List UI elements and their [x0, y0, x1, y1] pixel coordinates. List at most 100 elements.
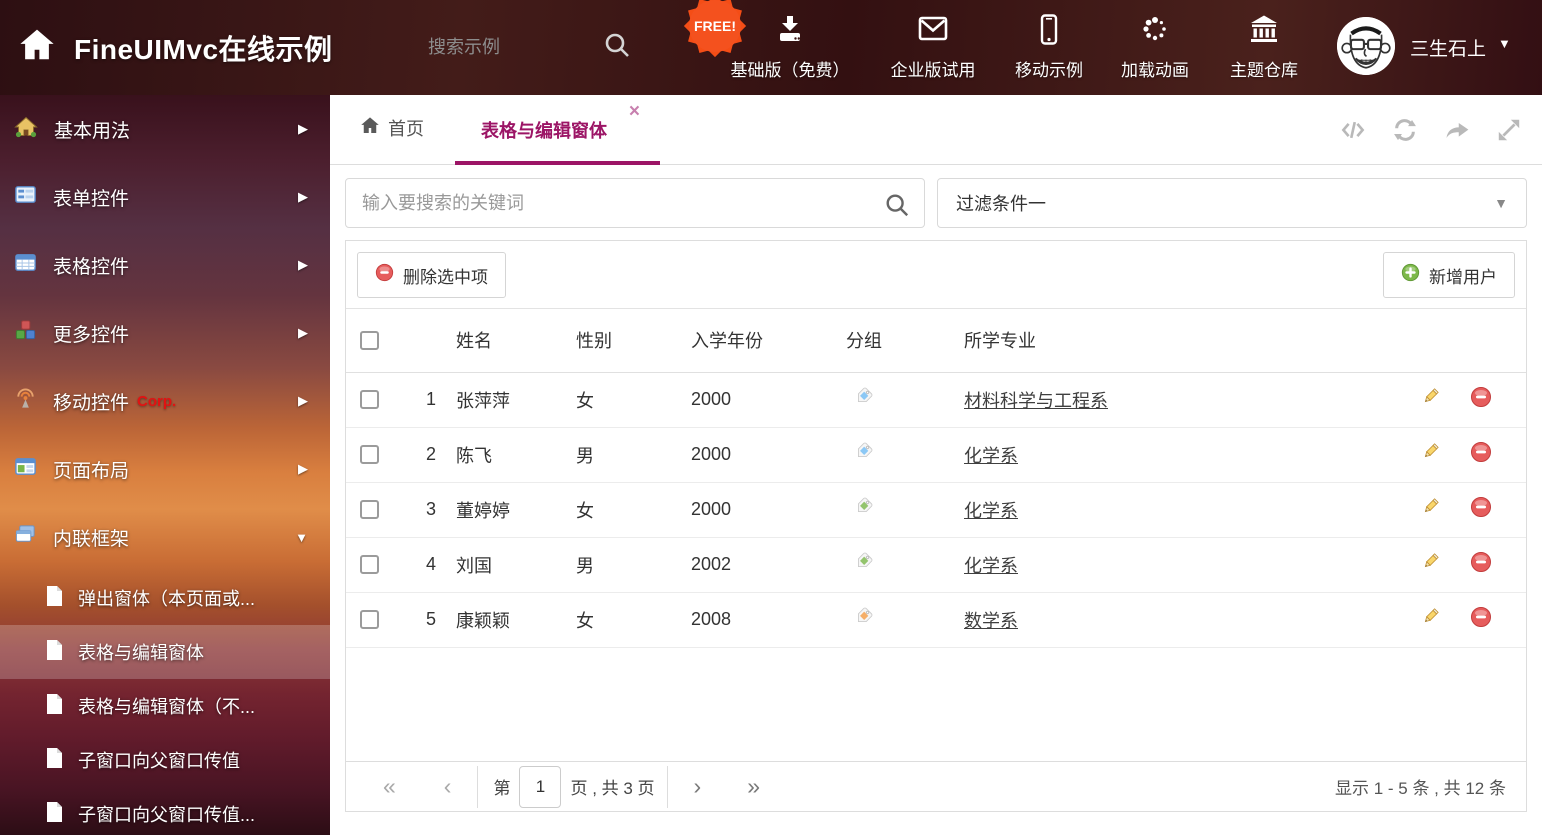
cell-gender: 男: [576, 427, 691, 482]
share-icon[interactable]: [1442, 115, 1472, 145]
cell-name: 陈飞: [456, 427, 576, 482]
user-avatar[interactable]: [1337, 17, 1395, 75]
table-icon: [14, 251, 37, 279]
expand-icon[interactable]: [1494, 115, 1524, 145]
delete-row-icon[interactable]: [1470, 496, 1492, 523]
edit-pencil-icon[interactable]: [1419, 551, 1441, 578]
topnav-label: 基础版（免费）: [731, 56, 850, 81]
tab-grid-edit-window[interactable]: 表格与编辑窗体 ×: [455, 95, 660, 165]
row-checkbox[interactable]: [360, 555, 379, 574]
select-all-checkbox[interactable]: [360, 331, 379, 350]
file-icon: [44, 585, 64, 612]
search-icon[interactable]: [602, 30, 632, 65]
table-header-row: 姓名 性别 入学年份 分组 所学专业: [346, 309, 1526, 372]
sidebar-item-iframe[interactable]: 内联框架 ▼: [0, 503, 330, 571]
tab-home[interactable]: 首页: [360, 115, 424, 141]
col-header-gender: 性别: [576, 309, 691, 372]
row-checkbox[interactable]: [360, 445, 379, 464]
delete-selected-label: 删除选中项: [403, 263, 488, 288]
file-icon: [44, 639, 64, 666]
delete-selected-button[interactable]: 删除选中项: [357, 252, 506, 298]
source-code-icon[interactable]: [1338, 115, 1368, 145]
users-table: 姓名 性别 入学年份 分组 所学专业 1 张萍萍 女 2000: [346, 309, 1526, 648]
chevron-down-icon: ▼: [295, 530, 308, 545]
keyword-search-input[interactable]: [362, 186, 862, 220]
page-toolbar: [1338, 115, 1524, 145]
sidebar-item-mobile-controls[interactable]: 移动控件 Corp. ▶: [0, 367, 330, 435]
row-checkbox[interactable]: [360, 500, 379, 519]
major-link[interactable]: 化学系: [964, 501, 1018, 521]
sidebar-subitem-grid-edit-window-2[interactable]: 表格与编辑窗体（不...: [0, 679, 330, 733]
caret-down-icon[interactable]: ▼: [1498, 36, 1511, 51]
filter-dropdown-value: 过滤条件一: [956, 190, 1046, 216]
edit-pencil-icon[interactable]: [1419, 606, 1441, 633]
major-link[interactable]: 化学系: [964, 446, 1018, 466]
sidebar-subitem-child-to-parent-2[interactable]: 子窗口向父窗口传值...: [0, 787, 330, 835]
delete-row-icon[interactable]: [1470, 386, 1492, 413]
close-icon[interactable]: ×: [629, 101, 640, 123]
home-icon: [14, 115, 38, 144]
sidebar-subitem-child-to-parent[interactable]: 子窗口向父窗口传值: [0, 733, 330, 787]
prev-page-icon[interactable]: ‹: [444, 775, 452, 798]
file-icon: [44, 693, 64, 720]
last-page-icon[interactable]: »: [747, 775, 760, 798]
delete-row-icon[interactable]: [1470, 606, 1492, 633]
frames-icon: [14, 523, 37, 551]
filter-dropdown[interactable]: 过滤条件一 ▼: [937, 178, 1527, 228]
page-number-input[interactable]: [519, 766, 561, 808]
sidebar-subitem-popup-window[interactable]: 弹出窗体（本页面或...: [0, 571, 330, 625]
sidebar-item-more-controls[interactable]: 更多控件 ▶: [0, 299, 330, 367]
cell-year: 2002: [691, 537, 846, 592]
edit-pencil-icon[interactable]: [1419, 386, 1441, 413]
plus-circle-icon: [1401, 263, 1420, 287]
first-page-icon[interactable]: «: [383, 775, 396, 798]
sidebar-subitem-grid-edit-window[interactable]: 表格与编辑窗体: [0, 625, 330, 679]
major-link[interactable]: 数学系: [964, 611, 1018, 631]
user-name[interactable]: 三生石上: [1410, 34, 1486, 61]
chevron-right-icon: ▶: [298, 325, 308, 341]
table-row: 4 刘国 男 2002 化学系: [346, 537, 1526, 592]
envelope-icon: [917, 14, 949, 50]
sidebar-item-form-controls[interactable]: 表单控件 ▶: [0, 163, 330, 231]
major-link[interactable]: 材料科学与工程系: [964, 391, 1108, 411]
sidebar-item-label: 页面布局: [53, 456, 129, 483]
sidebar-item-grid-controls[interactable]: 表格控件 ▶: [0, 231, 330, 299]
grid-toolbar: 删除选中项 新增用户: [346, 241, 1526, 309]
tag-icon: [852, 551, 874, 578]
file-icon: [44, 801, 64, 828]
tag-icon: [852, 496, 874, 523]
sidebar-item-basic-usage[interactable]: 基本用法 ▶: [0, 95, 330, 163]
top-search-input[interactable]: [428, 30, 588, 64]
topnav-item-basic-edition[interactable]: 基础版（免费）: [725, 14, 855, 81]
sidebar-item-label: 内联框架: [53, 524, 129, 551]
topnav-item-enterprise-trial[interactable]: 企业版试用: [868, 14, 998, 81]
filter-row: 过滤条件一 ▼: [330, 166, 1542, 240]
edit-pencil-icon[interactable]: [1419, 441, 1441, 468]
topnav-item-theme-repo[interactable]: 主题仓库: [1199, 14, 1329, 81]
row-checkbox[interactable]: [360, 610, 379, 629]
col-header-group: 分组: [846, 309, 964, 372]
cell-year: 2000: [691, 372, 846, 427]
next-page-icon[interactable]: ›: [694, 775, 702, 798]
add-user-button[interactable]: 新增用户: [1383, 252, 1515, 298]
app-window: FineUIMvc在线示例 FREE! 基础版（免费） 企业版试用: [0, 0, 1542, 835]
corp-badge: Corp.: [137, 393, 176, 410]
download-icon: [774, 14, 806, 50]
spinner-icon: [1139, 14, 1171, 50]
delete-row-icon[interactable]: [1470, 551, 1492, 578]
delete-row-icon[interactable]: [1470, 441, 1492, 468]
search-icon[interactable]: [884, 192, 910, 223]
antenna-icon: [14, 387, 37, 415]
refresh-icon[interactable]: [1390, 115, 1420, 145]
major-link[interactable]: 化学系: [964, 556, 1018, 576]
row-checkbox[interactable]: [360, 390, 379, 409]
sidebar-item-page-layout[interactable]: 页面布局 ▶: [0, 435, 330, 503]
sidebar-subitem-label: 子窗口向父窗口传值: [78, 747, 240, 773]
home-logo-icon[interactable]: [18, 27, 56, 68]
minus-circle-icon: [375, 263, 394, 287]
sidebar-subitem-label: 表格与编辑窗体（不...: [78, 693, 255, 719]
cell-name: 刘国: [456, 537, 576, 592]
top-header-bar: FineUIMvc在线示例 FREE! 基础版（免费） 企业版试用: [0, 0, 1542, 95]
edit-pencil-icon[interactable]: [1419, 496, 1441, 523]
bank-icon: [1248, 14, 1280, 50]
